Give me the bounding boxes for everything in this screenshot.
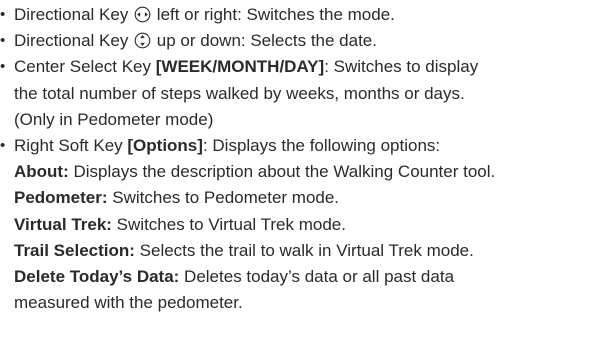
option-term: Delete Today’s Data: <box>14 267 180 287</box>
item-lead-text: Center Select Key <box>14 57 156 77</box>
option-description: Selects the trail to walk in Virtual Tre… <box>134 240 474 260</box>
item-rest-text: : Switches to display <box>324 57 479 77</box>
bullet: • <box>0 58 6 76</box>
option-delete-todays-data: Delete Today’s Data: Deletes today’s dat… <box>14 264 606 290</box>
option-about: About: Displays the description about th… <box>14 159 606 185</box>
option-description: Switches to Pedometer mode. <box>107 188 340 208</box>
item-continuation-line: the total number of steps walked by week… <box>14 83 465 103</box>
option-term: About: <box>14 162 69 182</box>
item-rest-text: : Displays the following options: <box>202 136 441 156</box>
option-term: Virtual Trek: <box>14 214 112 234</box>
item-continuation-line: (Only in Pedometer mode) <box>14 109 214 129</box>
item-lead-text: Directional Key <box>14 31 134 51</box>
option-description: Switches to Virtual Trek mode. <box>111 214 346 234</box>
option-trail-selection: Trail Selection: Selects the trail to wa… <box>14 238 606 264</box>
left-right-navigation-key-icon <box>134 6 151 23</box>
item-rest-text: up or down: Selects the date. <box>152 31 377 51</box>
bullet: • <box>0 6 6 23</box>
key-label: [WEEK/MONTH/DAY] <box>155 57 325 77</box>
option-virtual-trek: Virtual Trek: Switches to Virtual Trek m… <box>14 212 606 238</box>
bullet: • <box>0 32 6 50</box>
list-item-right-soft-key: • Right Soft Key [Options]: Displays the… <box>0 133 606 316</box>
option-term: Pedometer: <box>14 188 108 208</box>
up-down-navigation-key-icon <box>134 32 151 49</box>
list-item-center-select-key: • Center Select Key [WEEK/MONTH/DAY]: Sw… <box>0 54 606 133</box>
item-lead-text: Directional Key <box>14 5 134 24</box>
option-pedometer: Pedometer: Switches to Pedometer mode. <box>14 185 606 211</box>
option-term: Trail Selection: <box>14 240 135 260</box>
instruction-list: • Directional Key left or right: Switche… <box>0 0 606 316</box>
item-lead-text: Right Soft Key <box>14 136 128 156</box>
bullet: • <box>0 137 6 155</box>
list-item-up-down-key: • Directional Key up or down: Selects th… <box>0 28 606 54</box>
option-description: Displays the description about the Walki… <box>68 162 496 182</box>
key-label: [Options] <box>127 136 203 156</box>
item-rest-text: left or right: Switches the mode. <box>152 5 395 24</box>
option-description: Deletes today’s data or all past data <box>179 267 455 287</box>
option-continuation-line: measured with the pedometer. <box>14 293 243 313</box>
list-item-left-right-key: • Directional Key left or right: Switche… <box>0 2 606 28</box>
